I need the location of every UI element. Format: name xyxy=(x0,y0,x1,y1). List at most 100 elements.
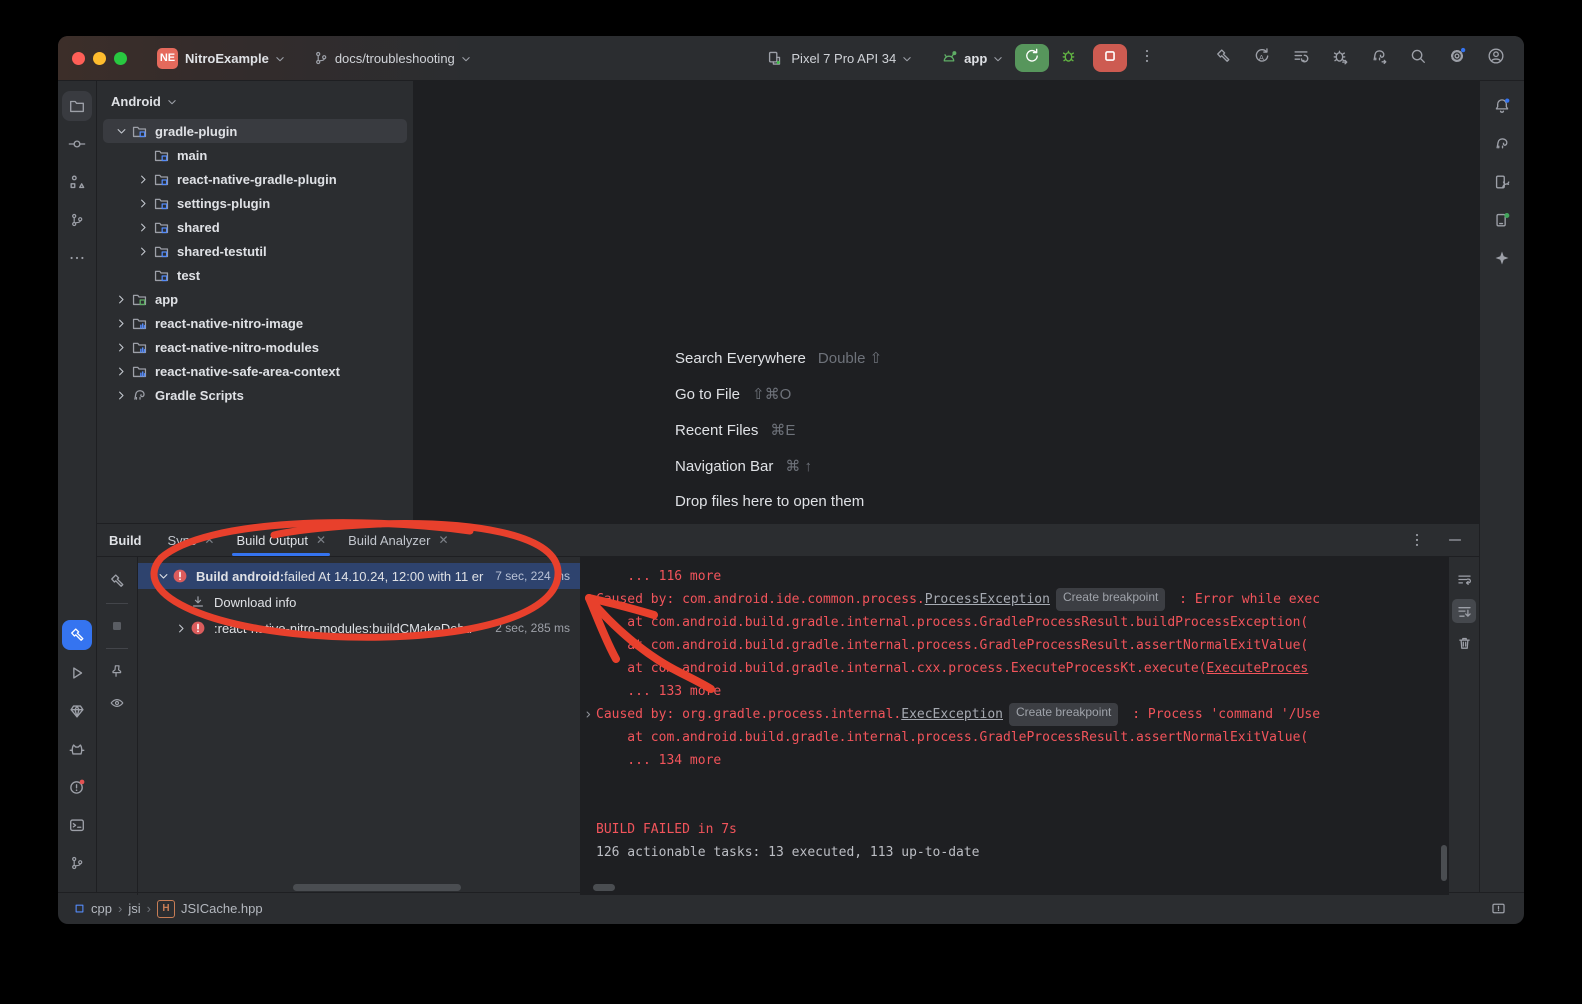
close-tab-icon[interactable]: ✕ xyxy=(316,533,326,547)
console-horizontal-scrollbar[interactable] xyxy=(593,884,615,891)
terminal-tool-button[interactable] xyxy=(62,810,92,840)
header-file-icon: H xyxy=(157,900,175,918)
gradle-tool-button[interactable] xyxy=(1487,129,1517,159)
close-tab-icon[interactable]: ✕ xyxy=(438,533,448,547)
project-tool-button[interactable] xyxy=(62,91,92,121)
source-file-link[interactable]: ExecuteProces xyxy=(1206,657,1308,680)
tree-chevron-icon[interactable] xyxy=(111,388,131,403)
zoom-window-button[interactable] xyxy=(114,52,127,65)
soft-wrap-button[interactable] xyxy=(1452,567,1476,591)
project-tree-item[interactable]: test xyxy=(103,263,407,287)
create-breakpoint-badge[interactable]: Create breakpoint xyxy=(1056,588,1165,611)
rerun-button[interactable] xyxy=(1015,44,1049,72)
build-options-button[interactable] xyxy=(1405,528,1429,552)
tab-build-output[interactable]: Build Output✕ xyxy=(236,524,326,556)
project-tree-item[interactable]: shared xyxy=(103,215,407,239)
project-tree-item[interactable]: react-native-nitro-image xyxy=(103,311,407,335)
debug-button[interactable] xyxy=(1055,44,1083,72)
branch-selector[interactable]: docs/troubleshooting xyxy=(313,50,473,66)
more-tools-button[interactable] xyxy=(62,243,92,273)
settings-button[interactable] xyxy=(1443,44,1471,72)
project-tree-item[interactable]: react-native-gradle-plugin xyxy=(103,167,407,191)
minimize-window-button[interactable] xyxy=(93,52,106,65)
more-run-actions-button[interactable] xyxy=(1133,44,1161,72)
tree-chevron-icon[interactable] xyxy=(111,340,131,355)
tree-chevron-icon[interactable] xyxy=(111,316,131,331)
run-tool-button[interactable] xyxy=(62,658,92,688)
build-item-title: Build android: xyxy=(196,569,284,584)
hide-build-panel-button[interactable] xyxy=(1443,528,1467,552)
device-selector[interactable]: Pixel 7 Pro API 34 xyxy=(766,49,914,67)
clear-all-button[interactable] xyxy=(1452,631,1476,655)
rerun-build-button[interactable] xyxy=(103,567,131,595)
project-tree-item[interactable]: shared-testutil xyxy=(103,239,407,263)
stop-build-button[interactable] xyxy=(103,612,131,640)
close-window-button[interactable] xyxy=(72,52,85,65)
project-tree-item[interactable]: main xyxy=(103,143,407,167)
build-tree-item[interactable]: Download info xyxy=(138,589,580,615)
project-tree-item[interactable]: react-native-nitro-modules xyxy=(103,335,407,359)
project-tree-item[interactable]: react-native-safe-area-context xyxy=(103,359,407,383)
tree-chevron-icon[interactable] xyxy=(133,244,153,259)
commit-tool-button[interactable] xyxy=(62,129,92,159)
breadcrumb-item[interactable]: HJSICache.hpp xyxy=(157,900,263,918)
exception-link[interactable]: ExecException xyxy=(901,703,1003,726)
recent-actions-button[interactable] xyxy=(1287,44,1315,72)
notifications-button[interactable] xyxy=(1487,91,1517,121)
console-line xyxy=(583,795,1449,818)
run-config-selector[interactable]: app xyxy=(940,49,1005,67)
pull-requests-tool-button[interactable] xyxy=(62,205,92,235)
tree-chevron-icon[interactable] xyxy=(133,172,153,187)
tree-chevron-icon[interactable] xyxy=(133,196,153,211)
tree-chevron-icon[interactable] xyxy=(111,292,131,307)
build-tree-item[interactable]: :react-native-nitro-modules:buildCMakeDe… xyxy=(138,615,580,641)
structure-tool-button[interactable] xyxy=(62,167,92,197)
pin-tab-button[interactable] xyxy=(103,657,131,685)
breadcrumb-item[interactable]: jsi xyxy=(128,901,140,916)
build-tree-item[interactable]: Build android: failed At 14.10.24, 12:00… xyxy=(138,563,580,589)
tree-horizontal-scrollbar[interactable] xyxy=(293,884,461,891)
git-tool-button[interactable] xyxy=(62,848,92,878)
chevron-down-icon xyxy=(900,52,914,66)
run-anything-button[interactable]: A xyxy=(1248,44,1276,72)
close-tab-icon[interactable]: ✕ xyxy=(204,533,214,547)
console-vertical-scrollbar[interactable] xyxy=(1441,845,1447,881)
stop-button[interactable] xyxy=(1093,44,1127,72)
tree-chevron-icon[interactable] xyxy=(111,364,131,379)
search-button[interactable] xyxy=(1404,44,1432,72)
tree-chevron-icon[interactable] xyxy=(154,569,172,584)
project-tree-item[interactable]: app xyxy=(103,287,407,311)
console-line: ... 116 more xyxy=(583,565,1449,588)
breadcrumb-item[interactable]: cpp xyxy=(72,901,112,916)
tree-chevron-icon[interactable] xyxy=(111,124,131,139)
gradle-sync-button[interactable] xyxy=(1365,44,1393,72)
project-tree-item[interactable]: Gradle Scripts xyxy=(103,383,407,407)
empty-editor-shortcuts: Search EverywhereDouble ⇧Go to File⇧⌘ORe… xyxy=(675,349,882,529)
fold-gutter xyxy=(583,841,596,864)
gemini-ai-button[interactable] xyxy=(1487,243,1517,273)
exception-link[interactable]: ProcessException xyxy=(925,588,1050,611)
build-button[interactable] xyxy=(1209,44,1237,72)
tab-sync[interactable]: Sync✕ xyxy=(168,524,215,556)
project-selector[interactable]: NitroExample xyxy=(185,50,287,66)
project-tree-item[interactable]: gradle-plugin xyxy=(103,119,407,143)
tree-chevron-icon[interactable] xyxy=(133,220,153,235)
device-manager-button[interactable] xyxy=(1487,167,1517,197)
logcat-tool-button[interactable] xyxy=(62,734,92,764)
event-log-icon[interactable] xyxy=(1486,897,1510,921)
tree-chevron-icon[interactable] xyxy=(172,621,190,636)
tab-build-analyzer[interactable]: Build Analyzer✕ xyxy=(348,524,448,556)
build-tool-button[interactable] xyxy=(62,620,92,650)
profiler-button[interactable] xyxy=(1326,44,1354,72)
device-name: Pixel 7 Pro API 34 xyxy=(791,51,896,66)
scroll-to-end-button[interactable] xyxy=(1452,599,1476,623)
project-tree-item[interactable]: settings-plugin xyxy=(103,191,407,215)
problems-tool-button[interactable] xyxy=(62,772,92,802)
create-breakpoint-badge[interactable]: Create breakpoint xyxy=(1009,703,1118,726)
running-devices-button[interactable] xyxy=(1487,205,1517,235)
app-quality-insights-button[interactable] xyxy=(62,696,92,726)
fold-gutter[interactable] xyxy=(583,703,596,726)
account-button[interactable] xyxy=(1482,44,1510,72)
view-options-button[interactable] xyxy=(103,689,131,717)
project-view-selector[interactable]: Android xyxy=(97,89,413,119)
